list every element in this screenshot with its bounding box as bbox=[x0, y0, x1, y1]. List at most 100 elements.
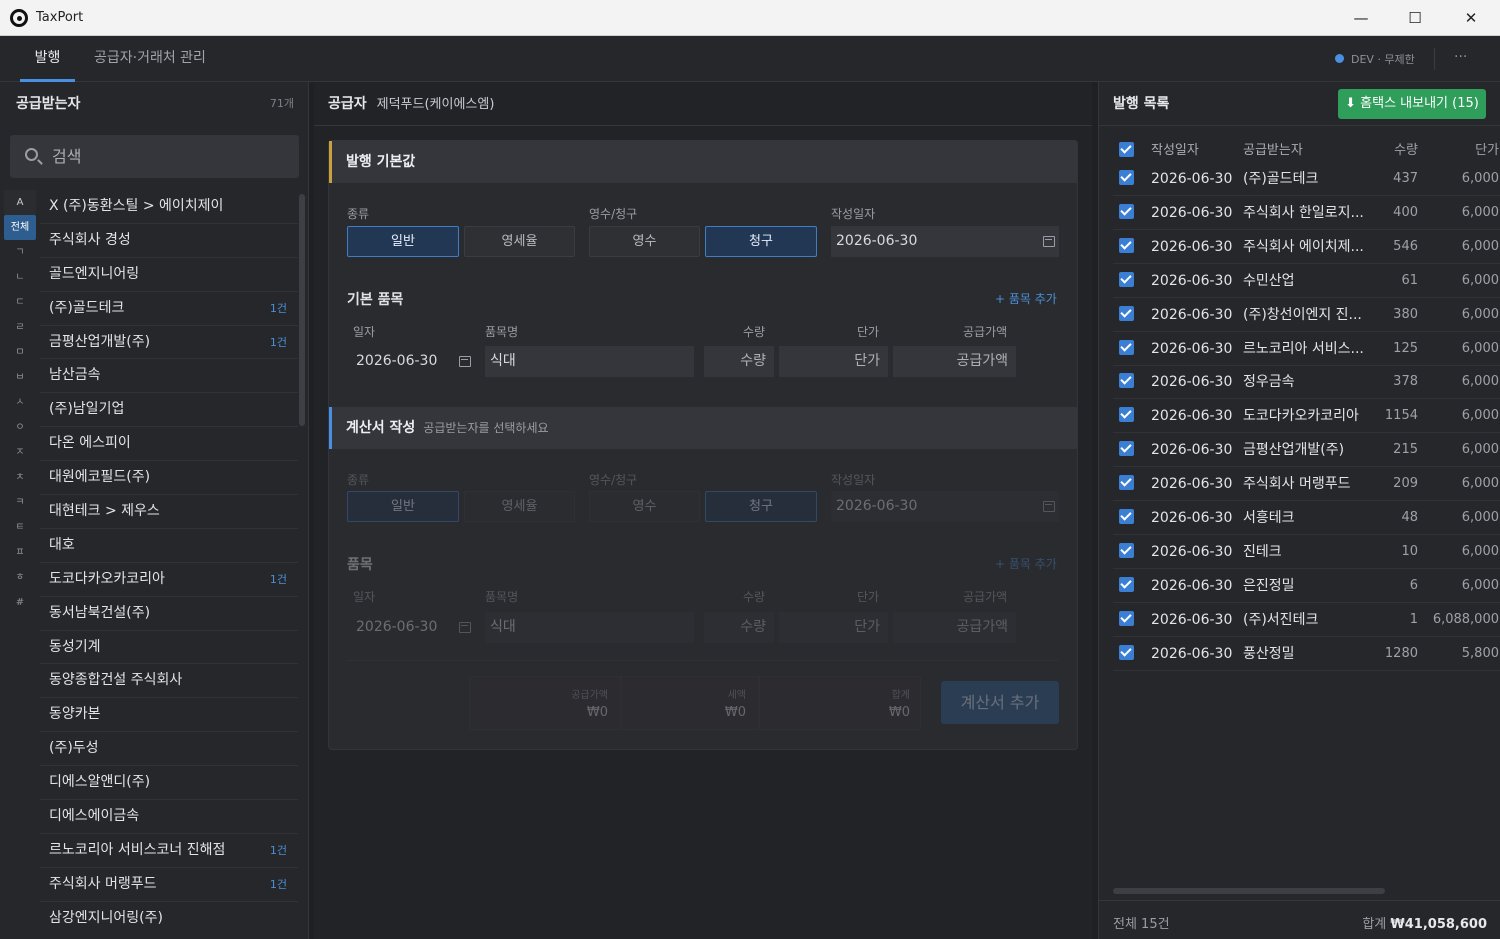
select-all-checkbox[interactable] bbox=[1119, 142, 1134, 157]
tab-vendor-management[interactable]: 공급자·거래처 관리 bbox=[94, 36, 206, 82]
list-item[interactable]: 주식회사 머랭푸드 1건 bbox=[40, 868, 298, 902]
horizontal-scrollbar[interactable] bbox=[1113, 888, 1493, 894]
list-item[interactable]: 대원에코필드(주) bbox=[40, 461, 298, 496]
item-qty-input[interactable]: 수량 bbox=[704, 346, 774, 377]
index-item[interactable]: ㅂ bbox=[0, 365, 40, 390]
row-checkbox[interactable] bbox=[1119, 339, 1134, 355]
row-checkbox[interactable] bbox=[1119, 644, 1134, 660]
index-item[interactable]: ㅊ bbox=[0, 465, 40, 490]
row-checkbox[interactable] bbox=[1119, 509, 1134, 524]
row-checkbox[interactable] bbox=[1119, 610, 1134, 626]
list-item[interactable]: (주)두성 bbox=[40, 732, 298, 767]
index-item[interactable]: ㅌ bbox=[0, 515, 40, 540]
row-checkbox[interactable] bbox=[1119, 441, 1134, 457]
index-item[interactable]: ㅇ bbox=[0, 415, 40, 440]
table-row[interactable]: 2026-06-30 르노코리아 서비스... 125 6,000 bbox=[1113, 332, 1500, 366]
index-item[interactable]: ㅁ bbox=[0, 340, 40, 365]
table-row[interactable]: 2026-06-30 금평산업개발(주) 215 6,000 bbox=[1113, 433, 1500, 468]
minimize-button[interactable]: — bbox=[1334, 0, 1388, 36]
list-item[interactable]: 삼강엔지니어링(주) bbox=[40, 902, 298, 930]
table-row[interactable]: 2026-06-30 (주)서진테크 1 6,088,000 bbox=[1113, 603, 1500, 637]
list-item[interactable]: 대현테크 > 제우스 bbox=[40, 495, 298, 529]
list-item[interactable]: 동성기계 bbox=[40, 631, 298, 665]
list-item[interactable]: 동서남북건설(주) bbox=[40, 597, 298, 631]
close-button[interactable]: ✕ bbox=[1444, 0, 1498, 36]
item-qty-input[interactable]: 수량 bbox=[704, 612, 774, 643]
supplier-name[interactable]: 제덕푸드(케이에스엠) bbox=[377, 97, 495, 112]
claim-button[interactable]: 청구 bbox=[705, 491, 817, 522]
table-row[interactable]: 2026-06-30 (주)창선이엔지 진... 380 6,000 bbox=[1113, 298, 1500, 332]
type-general-button[interactable]: 일반 bbox=[347, 226, 459, 257]
index-item[interactable]: ㅋ bbox=[0, 490, 40, 515]
list-item[interactable]: 디에스에이금속 bbox=[40, 800, 298, 834]
index-item[interactable]: # bbox=[0, 590, 40, 615]
index-item[interactable]: ㄱ bbox=[0, 240, 40, 265]
item-date-input[interactable]: 2026-06-30 bbox=[351, 612, 475, 643]
list-item[interactable]: 동양종합건설 주식회사 bbox=[40, 664, 298, 699]
calendar-icon[interactable] bbox=[1043, 501, 1055, 512]
index-item[interactable]: ㅅ bbox=[0, 390, 40, 415]
list-item[interactable]: 골드엔지니어링 bbox=[40, 258, 298, 292]
list-item[interactable]: 금평산업개발(주) 1건 bbox=[40, 326, 298, 360]
index-item[interactable]: ㄴ bbox=[0, 265, 40, 290]
row-checkbox[interactable] bbox=[1119, 271, 1134, 287]
add-item-link[interactable]: + 품목 추가 bbox=[995, 290, 1057, 307]
calendar-icon[interactable] bbox=[459, 356, 471, 367]
table-row[interactable]: 2026-06-30 은진정밀 6 6,000 bbox=[1113, 569, 1500, 603]
table-row[interactable]: 2026-06-30 (주)골드테크 437 6,000 bbox=[1113, 162, 1500, 196]
scroll-thumb[interactable] bbox=[299, 194, 305, 426]
list-item[interactable]: 대호 bbox=[40, 529, 298, 563]
table-row[interactable]: 2026-06-30 정우금속 378 6,000 bbox=[1113, 365, 1500, 400]
table-row[interactable]: 2026-06-30 주식회사 한일로지... 400 6,000 bbox=[1113, 196, 1500, 230]
table-row[interactable]: 2026-06-30 서흥테크 48 6,000 bbox=[1113, 501, 1500, 535]
row-checkbox[interactable] bbox=[1119, 475, 1134, 491]
tab-issue[interactable]: 발행 bbox=[20, 36, 75, 82]
index-item[interactable]: 전체 bbox=[4, 215, 36, 240]
more-options-icon[interactable]: ··· bbox=[1454, 49, 1467, 65]
list-item[interactable]: X (주)동환스틸 > 에이치제이 bbox=[40, 190, 298, 224]
table-row[interactable]: 2026-06-30 풍산정밀 1280 5,800 bbox=[1113, 637, 1500, 671]
date-input[interactable]: 2026-06-30 bbox=[831, 226, 1059, 257]
item-date-input[interactable]: 2026-06-30 bbox=[351, 346, 475, 377]
receipt-button[interactable]: 영수 bbox=[589, 226, 700, 257]
index-item[interactable]: ㄹ bbox=[0, 315, 40, 340]
row-checkbox[interactable] bbox=[1119, 542, 1134, 558]
search-input[interactable] bbox=[52, 135, 282, 178]
type-general-button[interactable]: 일반 bbox=[347, 491, 459, 522]
recipient-scrollbar[interactable] bbox=[299, 194, 305, 934]
index-item[interactable]: ㅍ bbox=[0, 540, 40, 565]
row-checkbox[interactable] bbox=[1119, 170, 1134, 185]
calendar-icon[interactable] bbox=[1043, 236, 1055, 247]
list-item[interactable]: 르노코리아 서비스코너 진해점 1건 bbox=[40, 834, 298, 868]
add-invoice-button[interactable]: 계산서 추가 bbox=[941, 681, 1059, 724]
table-row[interactable]: 2026-06-30 주식회사 머랭푸드 209 6,000 bbox=[1113, 467, 1500, 502]
row-checkbox[interactable] bbox=[1119, 576, 1134, 592]
table-row[interactable]: 2026-06-30 진테크 10 6,000 bbox=[1113, 535, 1500, 569]
item-supply-input[interactable]: 공급가액 bbox=[893, 346, 1016, 377]
list-item[interactable]: (주)골드테크 1건 bbox=[40, 292, 298, 326]
index-item[interactable]: ㄷ bbox=[0, 290, 40, 315]
type-zero-rate-button[interactable]: 영세율 bbox=[464, 491, 575, 522]
type-zero-rate-button[interactable]: 영세율 bbox=[464, 226, 575, 257]
item-supply-input[interactable]: 공급가액 bbox=[893, 612, 1016, 643]
scroll-thumb[interactable] bbox=[1113, 888, 1385, 894]
table-row[interactable]: 2026-06-30 수민산업 61 6,000 bbox=[1113, 264, 1500, 298]
row-checkbox[interactable] bbox=[1119, 305, 1134, 321]
maximize-button[interactable]: ☐ bbox=[1388, 0, 1442, 36]
table-row[interactable]: 2026-06-30 주식회사 에이치제... 546 6,000 bbox=[1113, 230, 1500, 264]
list-item[interactable]: (주)남일기업 bbox=[40, 393, 298, 428]
item-unit-price-input[interactable]: 단가 bbox=[779, 346, 888, 377]
index-item[interactable]: ㅎ bbox=[0, 565, 40, 590]
row-checkbox[interactable] bbox=[1119, 407, 1134, 423]
item-name-input[interactable]: 식대 bbox=[485, 346, 694, 377]
table-row[interactable]: 2026-06-30 도코다카오카코리아 1154 6,000 bbox=[1113, 399, 1500, 434]
list-item[interactable]: 디에스알앤디(주) bbox=[40, 766, 298, 801]
item-unit-price-input[interactable]: 단가 bbox=[779, 612, 888, 643]
item-name-input[interactable]: 식대 bbox=[485, 612, 694, 643]
row-checkbox[interactable] bbox=[1119, 203, 1134, 219]
receipt-button[interactable]: 영수 bbox=[589, 491, 700, 522]
index-item[interactable]: ㅈ bbox=[0, 440, 40, 465]
list-item[interactable]: 다온 에스피이 bbox=[40, 427, 298, 462]
claim-button[interactable]: 청구 bbox=[705, 226, 817, 257]
list-item[interactable]: 남산금속 bbox=[40, 359, 298, 394]
